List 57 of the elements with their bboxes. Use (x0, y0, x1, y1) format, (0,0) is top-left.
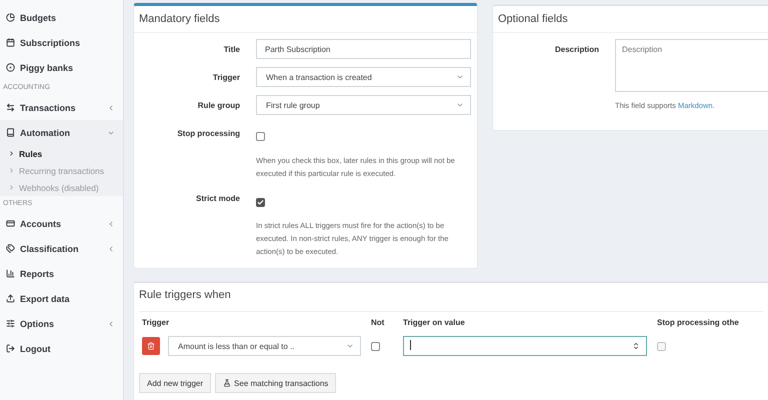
book-icon (6, 128, 15, 137)
field-label: Description (554, 44, 599, 54)
chevron-down-icon (456, 101, 464, 109)
upload-icon (6, 294, 15, 303)
checkbox[interactable] (371, 342, 380, 350)
card-title: Optional fields (493, 6, 768, 33)
action-button[interactable]: See matching transactions (215, 373, 336, 393)
description-field[interactable]: Description (615, 39, 768, 92)
field-label: Trigger (212, 72, 240, 82)
calendar-icon (6, 38, 15, 47)
sidebar-item[interactable]: Accounts (0, 211, 123, 236)
tags-icon (6, 244, 15, 253)
sidebar-item[interactable]: Reports (0, 261, 123, 286)
card-title: Rule triggers when (138, 288, 232, 303)
sliders-icon (6, 319, 15, 328)
value-field[interactable] (403, 336, 647, 356)
flask-icon (223, 379, 232, 387)
sidebar-item[interactable]: Options (0, 311, 123, 336)
sidebar-item[interactable]: Classification (0, 236, 123, 261)
chevron-right-icon (8, 150, 15, 157)
arrows-icon (6, 103, 15, 112)
checkbox[interactable] (256, 198, 265, 207)
logout-icon (6, 344, 15, 353)
column-header: Trigger on value (402, 317, 466, 329)
sidebar-item[interactable]: Budgets (0, 5, 123, 30)
trash-icon (147, 342, 155, 350)
action-button[interactable]: Add new trigger (139, 373, 212, 393)
pie-chart-icon (6, 13, 15, 22)
credit-card-icon (6, 219, 15, 228)
chevron-right-icon (8, 184, 15, 191)
card-title: Mandatory fields (134, 6, 477, 33)
circle-icon (6, 63, 15, 72)
bar-chart-icon (6, 269, 15, 278)
field-label: Strict mode (194, 193, 240, 203)
field-label: Title (222, 44, 240, 54)
chevron-down-icon (456, 73, 464, 81)
trigger-select[interactable]: Amount is less than or equal to .. (168, 336, 361, 356)
column-header: Stop processing othe (656, 317, 740, 329)
select-field[interactable]: First rule group (256, 95, 471, 115)
chevron-down-icon (346, 342, 354, 350)
sidebar-item[interactable]: Piggy banks (0, 55, 123, 80)
sidebar-item[interactable]: Export data (0, 286, 123, 311)
column-header: Trigger (141, 317, 170, 329)
sidebar-item[interactable]: Subscriptions (0, 30, 123, 55)
field-label: Stop processing (176, 128, 240, 138)
text-field[interactable]: Parth Subscription (256, 39, 471, 59)
sidebar-subitem[interactable]: Rules (0, 145, 123, 162)
delete-button[interactable] (142, 337, 160, 355)
sidebar-item[interactable]: Automation (0, 120, 123, 145)
column-header: Not (370, 317, 386, 329)
field-label: Rule group (196, 100, 240, 110)
sidebar-item[interactable]: Logout (0, 336, 123, 361)
spinner-icon[interactable] (632, 342, 640, 350)
checkbox[interactable] (256, 132, 265, 141)
select-field[interactable]: When a transaction is created (256, 67, 471, 87)
sidebar-item[interactable]: Transactions (0, 95, 123, 120)
chevron-right-icon (8, 167, 15, 174)
